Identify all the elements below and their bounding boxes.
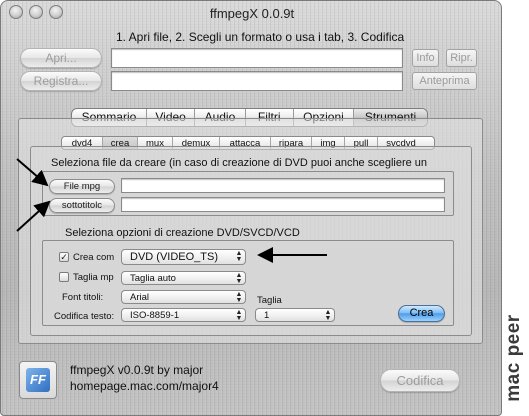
destination-file-field[interactable]: [111, 71, 403, 91]
mpg-file-field[interactable]: [121, 178, 445, 193]
font-label: Font titoli:: [62, 292, 104, 303]
title-font-select[interactable]: Arial ▲ ▼: [121, 290, 246, 304]
cut-mode-value: Taglia auto: [130, 273, 176, 284]
arrow-to-subtitle-button: [16, 200, 51, 232]
font-size-value: 1: [264, 310, 270, 321]
watermark-text: mac peer: [503, 314, 524, 402]
about-line-1: ffmpegX v0.0.9t by major: [70, 363, 204, 377]
create-button[interactable]: Crea: [398, 305, 445, 322]
popup-arrows-icon: ▲ ▼: [235, 309, 243, 322]
about-line-2: homepage.mac.com/major4: [70, 379, 219, 393]
title-font-value: Arial: [130, 292, 150, 303]
text-encoding-value: ISO-8859-1: [130, 310, 180, 321]
text-encoding-select[interactable]: ISO-8859-1 ▲ ▼: [121, 308, 246, 322]
open-file-button[interactable]: Apri...: [20, 48, 102, 68]
app-window: ffmpegX 0.0.9t 1. Apri file, 2. Scegli u…: [0, 0, 502, 416]
save-file-button[interactable]: Registra...: [20, 71, 102, 91]
source-file-field[interactable]: [111, 48, 403, 68]
ffmpegx-logo-icon: FF: [26, 368, 50, 392]
preview-button[interactable]: Anteprima: [412, 72, 477, 90]
popup-arrows-icon: ▲ ▼: [324, 309, 332, 322]
create-format-value: DVD (VIDEO_TS): [130, 251, 219, 263]
subtitle-file-field[interactable]: [121, 197, 445, 212]
encode-button[interactable]: Codifica: [380, 369, 460, 392]
window-title: ffmpegX 0.0.9t: [209, 6, 295, 21]
annotation-arrow-format: [257, 247, 327, 263]
cut-mode-select[interactable]: Taglia auto ▲ ▼: [121, 271, 246, 285]
app-logo: FF: [19, 361, 57, 399]
font-size-select[interactable]: 1 ▲ ▼: [255, 308, 335, 322]
cut-checkbox[interactable]: [59, 272, 69, 282]
play-button[interactable]: Ripr.: [446, 49, 477, 67]
popup-arrows-icon: ▲ ▼: [235, 291, 243, 304]
arrow-to-mpg-button: [16, 158, 49, 187]
size-label: Taglia: [257, 295, 282, 306]
popup-arrows-icon: ▲ ▼: [235, 250, 243, 263]
annotation-arrows: [16, 158, 51, 232]
popup-arrows-icon: ▲ ▼: [235, 272, 243, 285]
instruction-text: 1. Apri file, 2. Scegli un formato o usa…: [116, 30, 405, 44]
info-button[interactable]: Info: [412, 49, 439, 67]
create-format-select[interactable]: DVD (VIDEO_TS) ▲ ▼: [121, 249, 246, 265]
encoding-label: Codifica testo:: [54, 311, 115, 322]
cut-label: Taglia mp: [73, 272, 114, 283]
watermark: mac peer: [498, 302, 528, 414]
